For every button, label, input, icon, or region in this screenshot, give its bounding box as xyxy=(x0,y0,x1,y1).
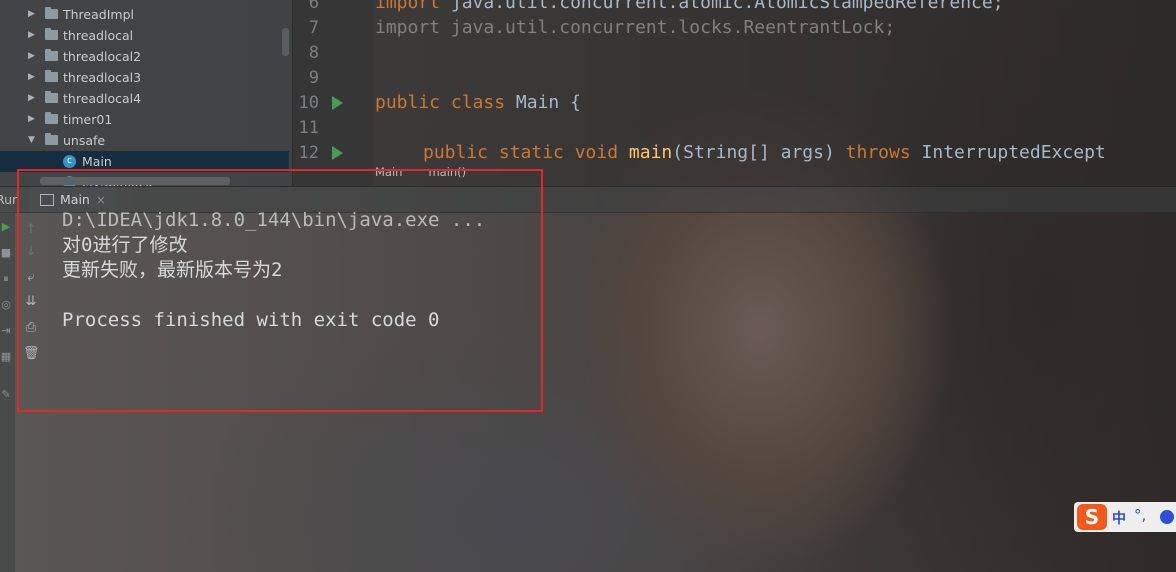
tree-item-label: ThreadImpl xyxy=(63,7,134,22)
folder-icon xyxy=(45,112,58,124)
stop-icon[interactable]: ■ xyxy=(0,246,12,260)
tree-item-label: threadlocal3 xyxy=(63,70,142,85)
tree-item-threadimpl[interactable]: ▶ ThreadImpl xyxy=(28,4,288,25)
code-text: import java.util.concurrent.locks.Reentr… xyxy=(375,17,896,38)
pin-icon[interactable]: ✎ xyxy=(0,388,12,402)
code-text: (String[] args) xyxy=(672,142,846,163)
tree-item-threadlocal[interactable]: ▶ threadlocal xyxy=(28,25,288,46)
line-number: 6 xyxy=(308,0,319,13)
ide-window: ▶ ThreadImpl ▶ threadlocal ▶ threadlocal… xyxy=(0,0,1176,572)
line-number: 7 xyxy=(308,18,319,38)
folder-icon xyxy=(45,28,58,40)
code-text: { xyxy=(559,92,581,113)
code-keyword: throws xyxy=(845,142,911,163)
code-keyword: public class xyxy=(375,92,516,113)
editor-gutter: 6 7 8 9 10 11 12 xyxy=(293,0,373,186)
ime-toolbar[interactable]: S 中 °, xyxy=(1074,502,1176,532)
folder-icon xyxy=(45,49,58,61)
folder-icon xyxy=(45,91,58,103)
ime-punctuation-toggle[interactable]: °, xyxy=(1134,506,1146,524)
code-editor[interactable]: 6 7 8 9 10 11 12 import java.util.concur… xyxy=(293,0,1176,186)
pause-icon[interactable]: ⏸ xyxy=(0,272,12,286)
folder-icon xyxy=(45,70,58,82)
sogou-logo-icon: S xyxy=(1077,504,1107,530)
method-name: main xyxy=(628,142,673,163)
run-method-icon[interactable] xyxy=(332,146,343,160)
tree-item-label: threadlocal2 xyxy=(63,49,142,64)
code-line-12: public static void main(String[] args) t… xyxy=(423,142,1106,163)
tree-item-label: timer01 xyxy=(63,112,113,127)
code-line-7: import java.util.concurrent.locks.Reentr… xyxy=(375,17,895,38)
code-text: InterruptedExcept xyxy=(910,142,1106,163)
chevron-right-icon[interactable]: ▶ xyxy=(28,109,38,130)
line-number: 9 xyxy=(308,68,319,88)
run-class-icon[interactable] xyxy=(332,96,343,110)
code-keyword: public static void xyxy=(423,142,629,163)
tree-item-threadlocal4[interactable]: ▶ threadlocal4 xyxy=(28,88,288,109)
folder-icon xyxy=(45,133,58,145)
ime-mode-toggle[interactable]: 中 xyxy=(1112,508,1126,528)
chevron-right-icon[interactable]: ▶ xyxy=(28,25,38,46)
tree-vertical-scrollbar[interactable] xyxy=(282,28,289,56)
code-line-6: import java.util.concurrent.atomic.Atomi… xyxy=(375,0,1004,13)
rerun-icon[interactable]: ▶ xyxy=(0,220,12,234)
chevron-right-icon[interactable]: ▶ xyxy=(28,4,38,25)
chevron-right-icon[interactable]: ▶ xyxy=(28,88,38,109)
project-tree[interactable]: ▶ ThreadImpl ▶ threadlocal ▶ threadlocal… xyxy=(0,0,293,186)
run-left-toolbar: ▶ ■ ⏸ ◎ ⇥ ▦ ✎ xyxy=(0,212,15,572)
tree-item-label: threadlocal xyxy=(63,28,134,43)
chevron-right-icon[interactable]: ▶ xyxy=(28,67,38,88)
line-number: 11 xyxy=(298,118,319,138)
camera-icon[interactable]: ◎ xyxy=(0,298,12,312)
class-name: Main xyxy=(515,92,560,113)
tree-item-label: unsafe xyxy=(63,133,106,148)
code-line-10: public class Main { xyxy=(375,92,581,113)
java-class-icon: c xyxy=(63,155,76,168)
emoji-icon[interactable] xyxy=(1160,510,1174,524)
tree-item-threadlocal3[interactable]: ▶ threadlocal3 xyxy=(28,67,288,88)
line-number: 8 xyxy=(308,43,319,63)
line-number: 12 xyxy=(298,143,319,163)
exit-icon[interactable]: ⇥ xyxy=(0,324,12,338)
tree-item-unsafe[interactable]: ▼ unsafe xyxy=(28,130,288,151)
folder-icon xyxy=(45,7,58,19)
chevron-down-icon[interactable]: ▼ xyxy=(28,130,38,151)
chevron-right-icon[interactable]: ▶ xyxy=(28,46,38,67)
code-text: java.util.concurrent.atomic.AtomicStampe… xyxy=(450,0,1004,13)
tree-item-label: threadlocal4 xyxy=(63,91,142,106)
tree-item-threadlocal2[interactable]: ▶ threadlocal2 xyxy=(28,46,288,67)
tree-item-timer01[interactable]: ▶ timer01 xyxy=(28,109,288,130)
layout-icon[interactable]: ▦ xyxy=(0,350,12,364)
annotation-highlight-box xyxy=(17,169,543,412)
line-number: 10 xyxy=(298,93,319,113)
